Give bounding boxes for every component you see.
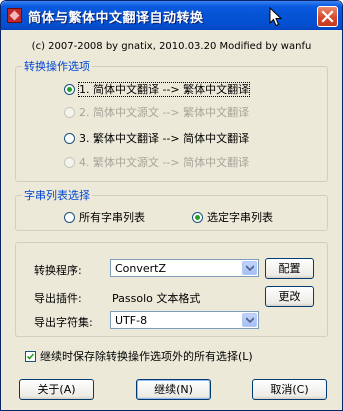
radio-dot (64, 107, 75, 118)
string-list-group: 字串列表选择 (15, 187, 328, 231)
checkmark-icon (26, 353, 35, 360)
close-button[interactable] (317, 6, 338, 27)
dropdown-button[interactable] (242, 313, 257, 327)
plugin-value: Passolo 文本格式 (112, 292, 201, 305)
radio-selected-strings[interactable]: 选定字串列表 (192, 209, 273, 225)
charset-select[interactable]: UTF-8 (110, 311, 259, 329)
radio-dot (64, 212, 75, 223)
radio-dot (64, 133, 75, 144)
radio-all-strings[interactable]: 所有字串列表 (64, 209, 145, 225)
radio-option-3[interactable]: 3. 繁体中文翻译 --> 简体中文翻译 (64, 130, 249, 146)
copyright-text: (c) 2007-2008 by gnatix, 2010.03.20 Modi… (31, 41, 312, 52)
about-button[interactable]: 关于(A) (19, 379, 94, 400)
radio-option-label: 4. 繁体中文源文 --> 简体中文翻译 (79, 156, 250, 169)
keep-selection-checkbox[interactable]: 继续时保存除转换操作选项外的所有选择(L) (25, 348, 253, 364)
plugin-label: 导出插件: (34, 292, 82, 305)
radio-option-2[interactable]: 2. 简体中文源文 --> 繁体中文翻译 (64, 104, 249, 120)
mouse-cursor-icon (269, 7, 283, 27)
change-button[interactable]: 更改 (265, 286, 314, 307)
radio-option-1[interactable]: 1. 简体中文翻译 --> 繁体中文翻译 (64, 81, 251, 97)
dialog-window: 简体与繁体中文翻译自动转换 (c) 2007-2008 by gnatix, 2… (0, 0, 343, 411)
radio-option-label: 1. 简体中文翻译 --> 繁体中文翻译 (77, 82, 251, 97)
checkbox-box (25, 351, 36, 362)
converter-value: ConvertZ (115, 262, 167, 275)
radio-dot (192, 212, 203, 223)
radio-option-label: 所有字串列表 (79, 211, 145, 224)
converter-select[interactable]: ConvertZ (110, 259, 259, 277)
app-icon (7, 8, 22, 23)
radio-option-label: 选定字串列表 (207, 211, 273, 224)
dropdown-button[interactable] (242, 261, 257, 275)
config-button[interactable]: 配置 (265, 258, 314, 279)
close-icon (321, 10, 334, 23)
radio-option-4[interactable]: 4. 繁体中文源文 --> 简体中文翻译 (64, 154, 249, 170)
title-bar[interactable]: 简体与繁体中文翻译自动转换 (1, 1, 342, 30)
charset-value: UTF-8 (115, 314, 148, 327)
conversion-options-legend: 转换操作选项 (24, 60, 90, 73)
converter-label: 转换程序: (34, 264, 82, 277)
continue-button[interactable]: 继续(N) (136, 379, 211, 400)
radio-dot (64, 157, 75, 168)
window-title: 简体与繁体中文翻译自动转换 (28, 11, 204, 26)
radio-dot (64, 84, 75, 95)
radio-option-label: 2. 简体中文源文 --> 繁体中文翻译 (79, 106, 250, 119)
string-list-legend: 字串列表选择 (24, 189, 90, 202)
chevron-down-icon (246, 265, 254, 271)
chevron-down-icon (246, 317, 254, 323)
cancel-button[interactable]: 取消(C) (252, 379, 327, 400)
keep-selection-label: 继续时保存除转换操作选项外的所有选择(L) (40, 350, 253, 363)
radio-option-label: 3. 繁体中文翻译 --> 简体中文翻译 (79, 132, 250, 145)
charset-label: 导出字符集: (34, 316, 93, 329)
